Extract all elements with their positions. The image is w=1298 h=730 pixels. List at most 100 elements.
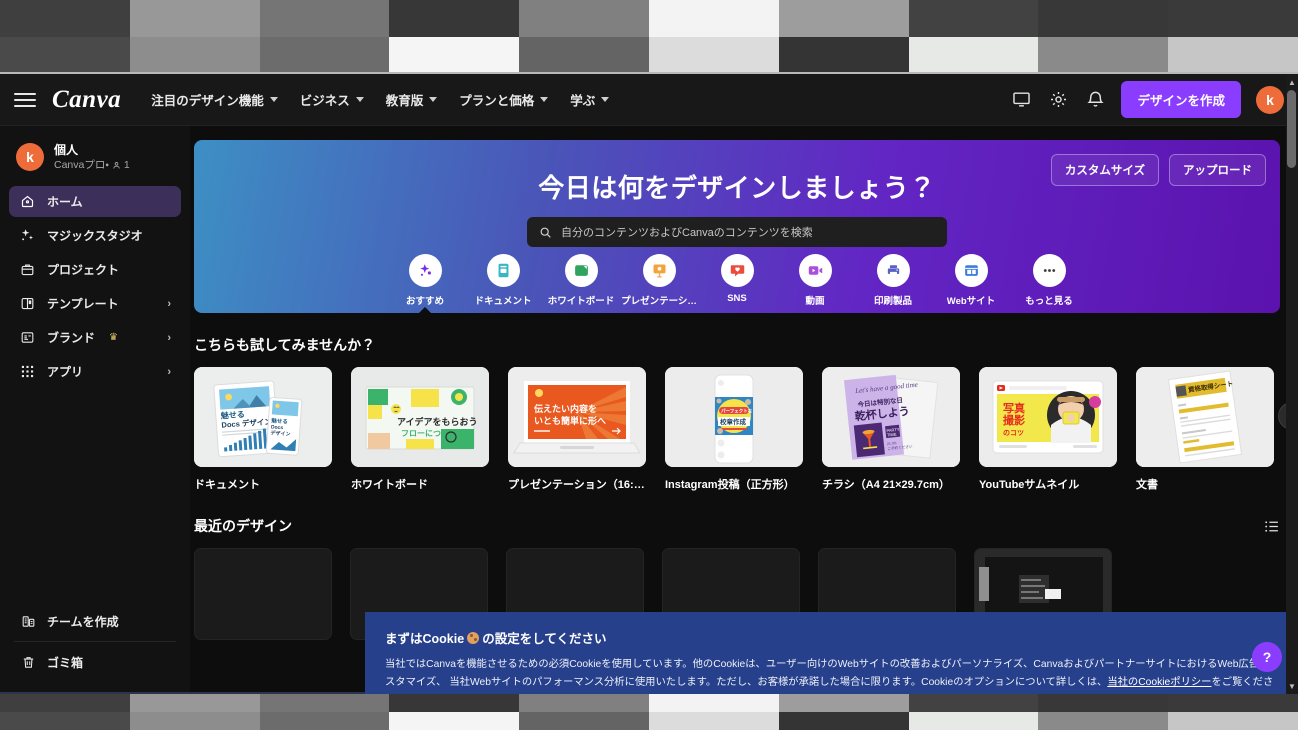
scroll-down-arrow[interactable]: ▼ [1286,680,1298,692]
custom-size-button[interactable]: カスタムサイズ [1050,154,1159,186]
strip-column [519,694,649,730]
strip-cell [129,712,260,730]
search-input[interactable]: 自分のコンテンツおよびCanvaのコンテンツを検索 [527,217,947,247]
cookie-policy-link[interactable]: 当社のCookieポリシー [1107,677,1211,688]
profile-name: 個人 [54,143,79,157]
strip-cell [0,694,130,712]
suggestion-card-whiteboard[interactable]: アイデアをもらおう フローについて ホワイトボード [351,367,489,492]
category-document[interactable]: ドキュメント [464,254,542,307]
flyer-thumb: Let's have a good time 今日は特別な日 乾杯しよう PAR… [822,367,960,467]
sidebar-item-trash[interactable]: ゴミ箱 [0,642,190,682]
category-label: 印刷製品 [873,296,912,307]
monitor-icon[interactable] [1010,89,1032,111]
canva-logo[interactable]: Canva [52,87,121,112]
strip-cell [778,37,909,74]
card-label: チラシ（A4 21×29.7cm） [822,479,950,491]
sidebar-profile[interactable]: k 個人 Canvaプロ・ 1 [0,126,190,186]
team-icon [20,613,36,629]
profile-member-count: 1 [123,159,130,172]
nav-item-education[interactable]: 教育版 [386,90,438,109]
avatar[interactable]: k [1256,85,1284,114]
scrollbar-thumb[interactable] [1287,90,1296,168]
card-label: 文書 [1136,479,1158,491]
strip-cell [1038,694,1169,712]
nav-item-design-features[interactable]: 注目のデザイン機能 [151,90,278,109]
list-view-icon[interactable] [1263,518,1280,535]
bell-icon[interactable] [1084,89,1106,111]
vertical-scrollbar[interactable]: ▲ ▼ [1286,74,1298,694]
suggestions-carousel: 魅せる Docs デザイン 魅せる Docs デザイン ドキュメント アイデアを… [194,367,1298,492]
scroll-up-arrow[interactable]: ▲ [1286,76,1298,88]
suggestion-card-document[interactable]: 魅せる Docs デザイン 魅せる Docs デザイン ドキュメント [194,367,332,492]
sidebar-item-templates[interactable]: テンプレート › [9,288,181,319]
category-website[interactable]: Webサイト [932,254,1010,307]
whiteboard-icon [564,254,598,287]
suggestion-card-flyer[interactable]: Let's have a good time 今日は特別な日 乾杯しよう PAR… [822,367,960,492]
sidebar-item-magic-studio[interactable]: マジックスタジオ [9,220,181,251]
category-whiteboard[interactable]: ホワイトボード [542,254,620,307]
docs-design-thumb: 魅せる Docs デザイン 魅せる Docs デザイン [194,367,332,467]
recent-header: 最近のデザイン [194,516,1280,536]
strip-cell [908,712,1039,730]
nav-label: 教育版 [385,94,424,108]
category-label: ホワイトボード [547,296,615,307]
strip-cell [648,0,779,37]
category-presentation[interactable]: プレゼンテーシ… [620,254,698,307]
svg-text:デザイン: デザイン [270,429,290,437]
hamburger-icon[interactable] [14,89,36,111]
suggestion-card-sheet[interactable]: 資格取得シート 文書 [1136,367,1274,492]
suggestion-card-instagram[interactable]: パーフェクトな 校章作成 Instagram投稿（正方形） [665,367,803,492]
strip-cell [389,0,520,37]
strip-cell [648,37,779,74]
strip-cell [1168,37,1298,74]
strip-cell [908,0,1039,37]
nav-item-business[interactable]: ビジネス [300,90,364,109]
recent-title: 最近のデザイン [194,518,292,534]
category-social[interactable]: SNS [698,254,776,307]
help-button[interactable]: ? [1252,642,1282,672]
nav-label: ビジネス [299,94,350,108]
chevron-right-icon: › [167,331,171,344]
sidebar-item-label: ゴミ箱 [47,655,84,670]
gear-icon[interactable] [1047,89,1069,111]
sidebar-item-label: アプリ [47,365,84,380]
category-label: Webサイト [946,296,996,307]
strip-cell [0,0,130,37]
category-more[interactable]: もっと見る [1010,254,1088,307]
category-recommended[interactable]: おすすめ [386,254,464,307]
chevron-down-icon [429,97,438,102]
nav-item-learn[interactable]: 学ぶ [570,90,610,109]
svg-text:パーフェクトな: パーフェクトな [721,408,753,415]
strip-column [648,694,779,730]
strip-cell [908,694,1039,712]
create-design-button[interactable]: デザインを作成 [1121,81,1241,118]
strip-cell [648,694,779,712]
person-icon [113,161,120,169]
strip-cell [259,712,390,730]
chevron-down-icon [269,97,278,102]
document-icon [486,254,520,287]
recent-design-card[interactable] [194,548,332,640]
sidebar-item-apps[interactable]: アプリ › [9,356,181,387]
strip-cell [778,694,909,712]
sidebar-item-brand[interactable]: ブランド ♛ › [9,322,181,353]
thumb-art: アイデアをもらおう フローについて [351,367,489,467]
thumb-art: Let's have a good time 今日は特別な日 乾杯しよう PAR… [822,367,960,467]
suggestion-card-youtube[interactable]: 写真 撮影 のコツ YouTubeサムネイル [979,367,1117,492]
app-body: k 個人 Canvaプロ・ 1 ホーム マジックスタジオ プロジェクト テンプレ… [0,126,1298,694]
presentation-icon [642,254,676,287]
chevron-down-icon [540,97,549,102]
category-video[interactable]: 動画 [776,254,854,307]
sidebar-item-projects[interactable]: プロジェクト [9,254,181,285]
sidebar-item-create-team[interactable]: チームを作成 [0,601,190,641]
document-sheet-thumb: 資格取得シート [1136,367,1274,467]
sidebar-item-home[interactable]: ホーム [9,186,181,218]
upload-button[interactable]: アップロード [1169,154,1266,186]
search-icon [540,227,551,238]
card-label: YouTubeサムネイル [979,479,1080,491]
profile-plan-label: Canvaプロ・ [54,159,109,172]
suggestion-card-presentation[interactable]: 伝えたい内容を いとも簡単に形へ プレゼンテーション（16:9） [508,367,646,492]
svg-text:写真: 写真 [1003,401,1025,415]
nav-item-plans-pricing[interactable]: プランと価格 [459,90,549,109]
category-print[interactable]: 印刷製品 [854,254,932,307]
